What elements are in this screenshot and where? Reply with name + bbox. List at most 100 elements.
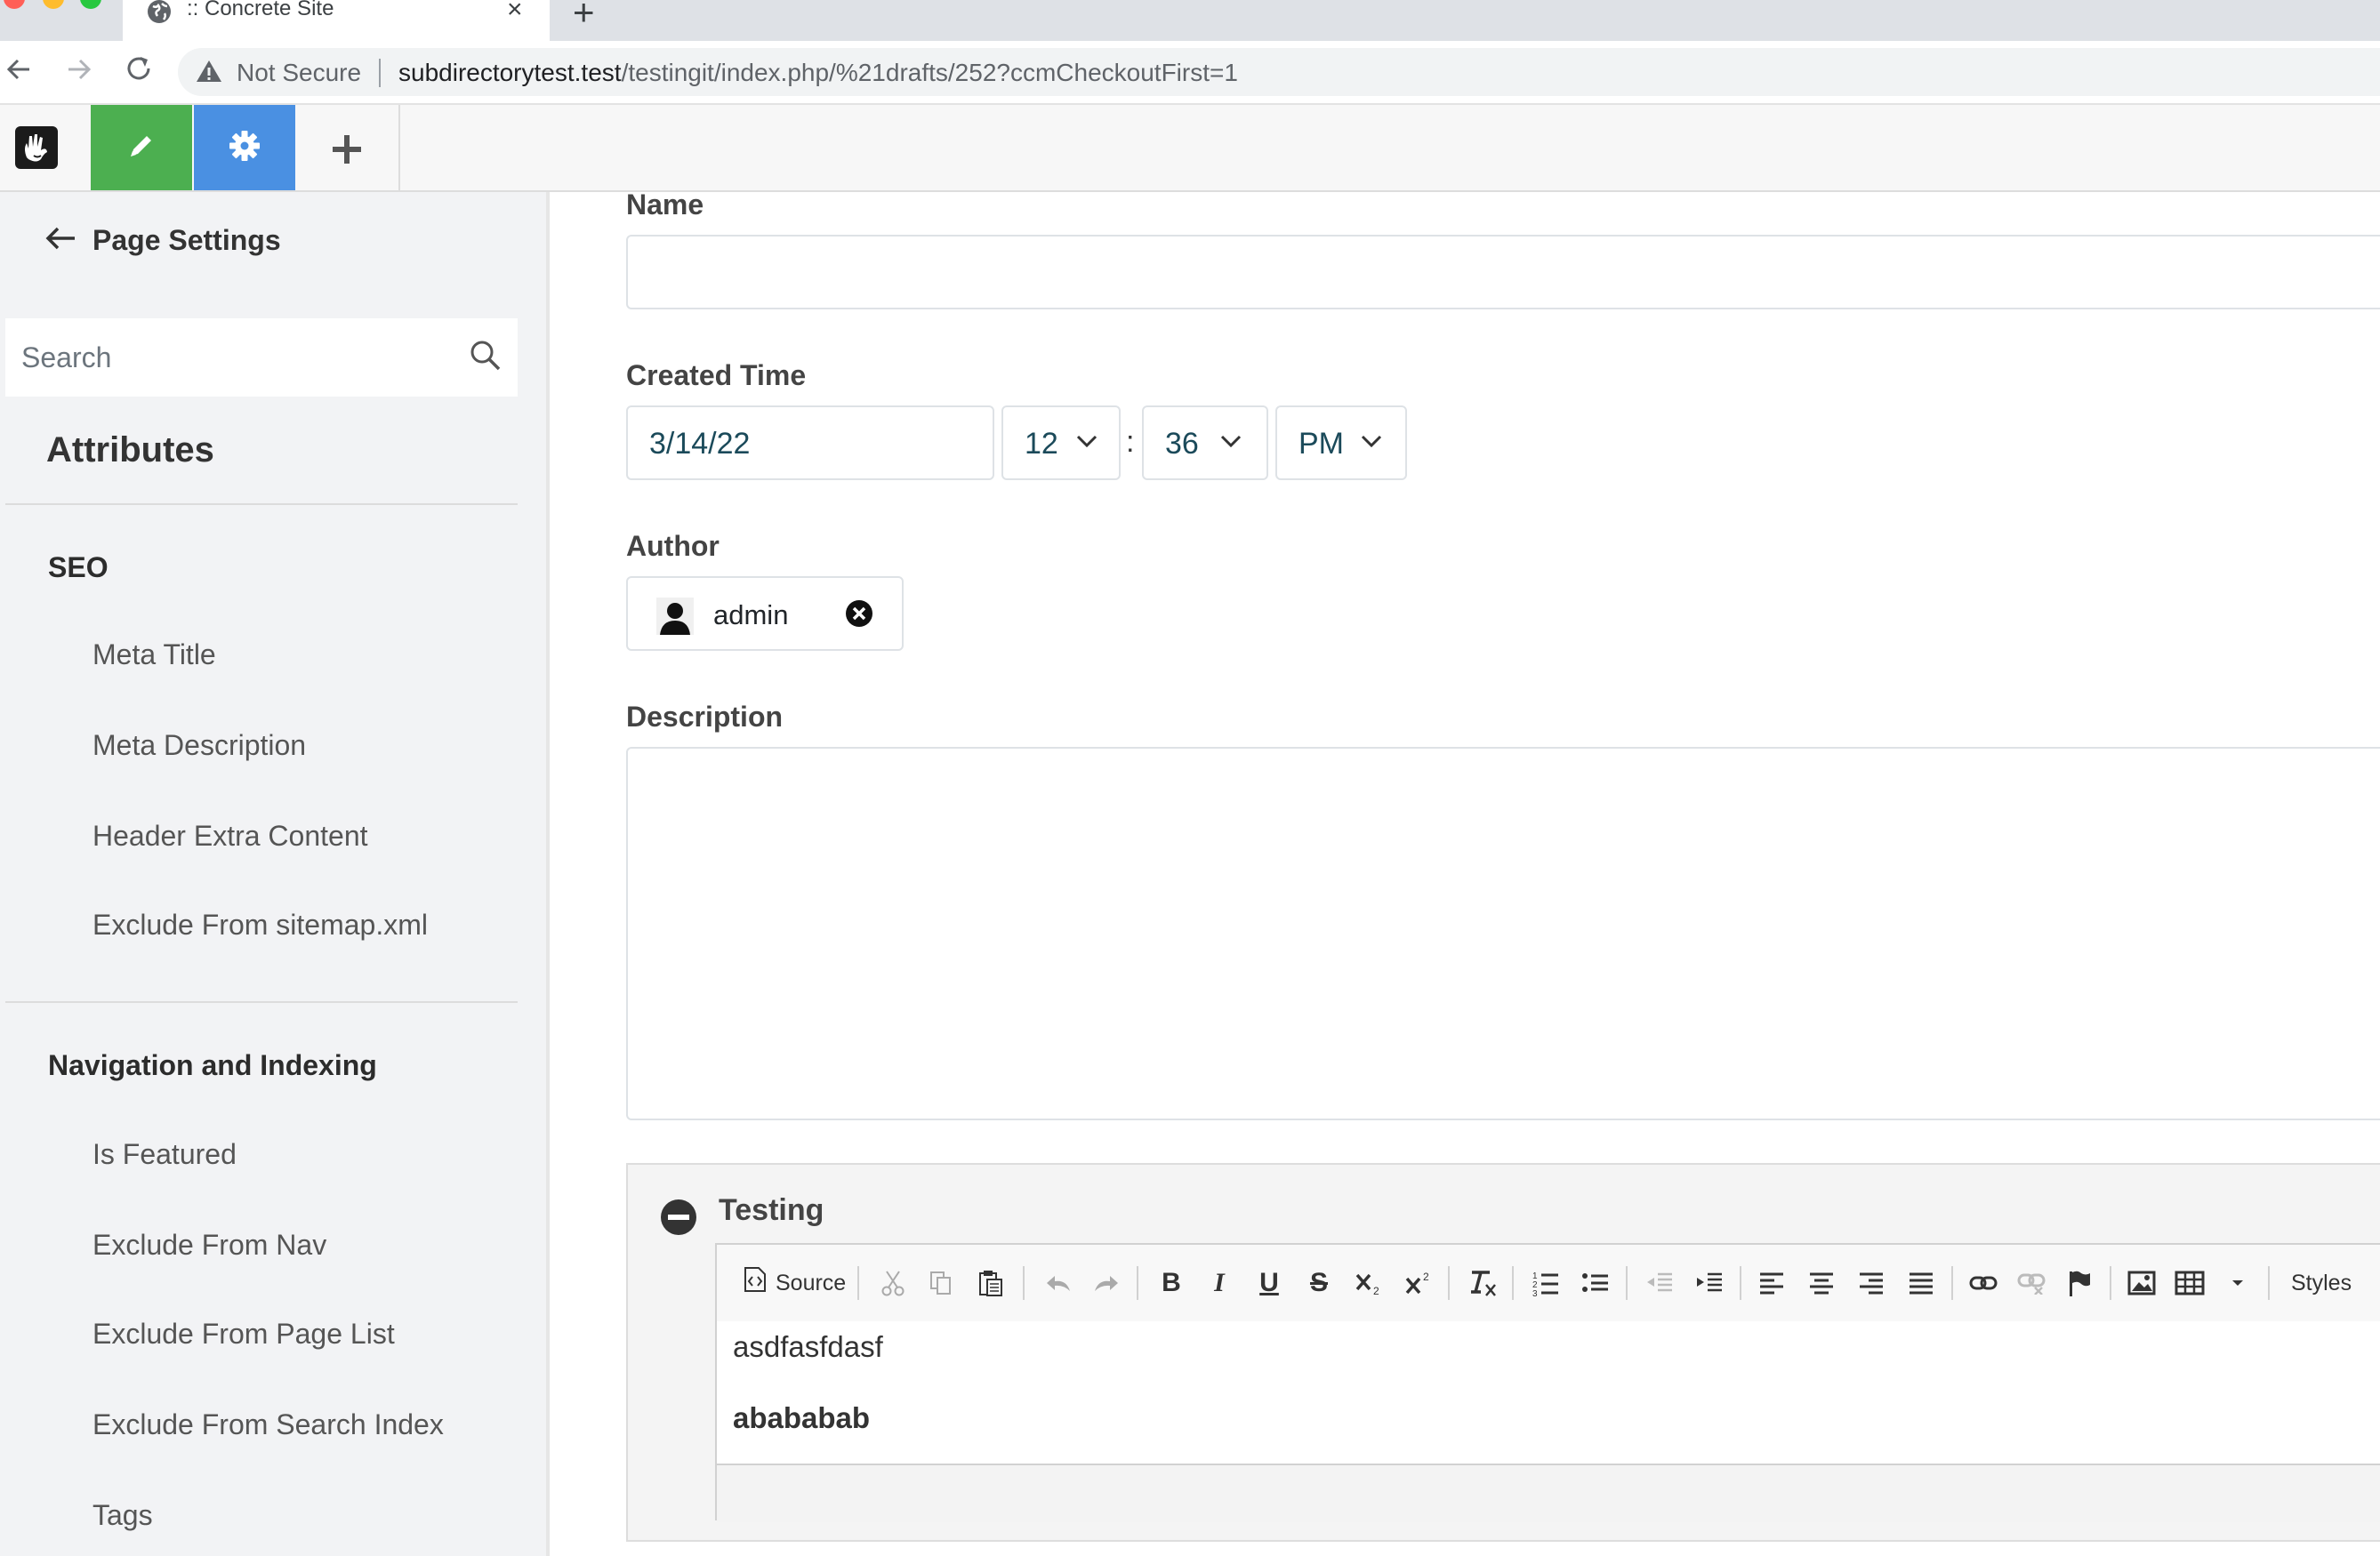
align-center-icon[interactable] [1804,1264,1839,1302]
table-icon[interactable] [2172,1264,2207,1302]
underline-button[interactable]: U [1254,1264,1284,1302]
attribute-tags[interactable]: Tags [92,1499,153,1532]
window-close-button[interactable] [4,0,25,9]
author-selector[interactable]: admin [626,576,904,651]
svg-text:2: 2 [1373,1285,1379,1296]
toolbar-separator [857,1266,859,1300]
indent-icon[interactable] [1692,1264,1727,1302]
minute-select[interactable]: 36 [1142,405,1268,480]
gear-icon [228,129,261,167]
svg-text:2: 2 [1423,1271,1429,1283]
toolbar-separator [1951,1266,1953,1300]
address-bar[interactable]: Not Secure subdirectorytest.test/testing… [178,48,2380,96]
strike-button[interactable]: S [1304,1264,1334,1302]
unlink-icon[interactable] [2014,1264,2049,1302]
bold-button[interactable]: B [1156,1264,1186,1302]
toolbar-separator [1137,1266,1138,1300]
description-label: Description [626,701,784,733]
warning-icon[interactable] [196,59,222,88]
copy-icon[interactable] [925,1264,957,1302]
back-to-page-settings[interactable]: Page Settings [44,224,281,257]
globe-icon [146,0,173,29]
superscript-icon[interactable]: 2 [1402,1264,1437,1302]
pencil-icon [126,131,157,165]
add-content-button[interactable] [295,105,400,190]
toolbar-separator [1740,1266,1741,1300]
url-text[interactable]: subdirectorytest.test/testingit/index.ph… [398,59,1238,87]
forward-arrow-icon[interactable] [66,53,92,91]
security-label[interactable]: Not Secure [237,59,361,87]
justify-icon[interactable] [1903,1264,1939,1302]
hour-select[interactable]: 12 [1001,405,1121,480]
concrete-logo[interactable] [0,105,73,190]
attribute-exclude-page-list[interactable]: Exclude From Page List [92,1318,395,1351]
undo-icon[interactable] [1041,1264,1076,1302]
attribute-panel-testing: Testing Source B I U S 2 2 1 2 3 Styles … [626,1163,2380,1542]
editor-toolbar: Source B I U S 2 2 1 2 3 Styles [717,1245,2380,1323]
search-icon[interactable] [470,340,502,376]
chevron-down-icon [1220,434,1242,453]
new-tab-button[interactable]: + [573,0,595,34]
numbered-list-icon[interactable]: 123 [1528,1264,1564,1302]
search-input[interactable] [5,318,466,397]
divider [5,1001,518,1003]
name-label: Name [626,188,704,221]
browser-tab[interactable]: :: Concrete Site × [123,0,550,41]
toolbar-separator [2110,1266,2111,1300]
attribute-exclude-nav[interactable]: Exclude From Nav [92,1229,326,1262]
window-zoom-button[interactable] [80,0,101,9]
toolbar-separator [1448,1266,1450,1300]
window-minimize-button[interactable] [43,0,64,9]
attribute-meta-title[interactable]: Meta Title [92,638,216,671]
subscript-icon[interactable]: 2 [1352,1264,1387,1302]
redo-icon[interactable] [1089,1264,1124,1302]
cms-toolbar [0,105,2380,192]
editor-content[interactable]: asdfasfdasf abababab [717,1321,2380,1464]
attribute-search [5,318,518,397]
minute-value: 36 [1165,427,1199,461]
rich-text-editor: Source B I U S 2 2 1 2 3 Styles asdfasfd… [715,1243,2380,1522]
remove-author-icon[interactable] [845,599,873,632]
sidebar-title: Page Settings [92,224,281,256]
back-arrow-icon[interactable] [5,53,32,91]
page-settings-sidebar: Page Settings Attributes SEO Meta Title … [0,192,550,1556]
edit-mode-button[interactable] [91,105,192,190]
arrow-left-icon [44,225,76,256]
italic-button[interactable]: I [1204,1264,1234,1302]
attribute-header-extra-content[interactable]: Header Extra Content [92,820,368,853]
dropdown-caret-icon[interactable] [2220,1264,2255,1302]
author-name: admin [713,599,789,630]
cut-icon[interactable] [877,1264,909,1302]
date-input[interactable]: 3/14/22 [626,405,994,480]
paste-icon[interactable] [975,1264,1007,1302]
name-input[interactable] [626,235,2380,309]
link-icon[interactable] [1966,1264,2001,1302]
description-textarea[interactable] [626,747,2380,1120]
reload-icon[interactable] [125,53,153,91]
anchor-flag-icon[interactable] [2062,1264,2097,1302]
bulleted-list-icon[interactable] [1578,1264,1613,1302]
styles-dropdown[interactable]: Styles [2291,1264,2352,1302]
ampm-value: PM [1299,427,1344,461]
toolbar-separator [1626,1266,1628,1300]
toolbar-separator [1512,1266,1514,1300]
source-button[interactable]: Source [744,1264,846,1302]
align-right-icon[interactable] [1853,1264,1889,1302]
remove-attribute-icon[interactable] [660,1199,697,1240]
attribute-is-featured[interactable]: Is Featured [92,1138,237,1171]
attribute-exclude-search-index[interactable]: Exclude From Search Index [92,1408,444,1441]
outdent-icon[interactable] [1642,1264,1677,1302]
source-icon [744,1266,767,1300]
remove-format-icon[interactable] [1464,1264,1500,1302]
align-left-icon[interactable] [1754,1264,1789,1302]
attribute-exclude-sitemap[interactable]: Exclude From sitemap.xml [92,909,428,942]
avatar-icon [656,598,694,639]
tab-close-icon[interactable]: × [507,0,523,25]
attribute-meta-description[interactable]: Meta Description [92,729,306,762]
url-separator [379,59,381,87]
url-path: /testingit/index.php/%21drafts/252?ccmCh… [621,59,1238,86]
content-line-bold: abababab [733,1401,871,1434]
ampm-select[interactable]: PM [1275,405,1407,480]
image-icon[interactable] [2124,1264,2159,1302]
page-settings-button[interactable] [194,105,295,190]
